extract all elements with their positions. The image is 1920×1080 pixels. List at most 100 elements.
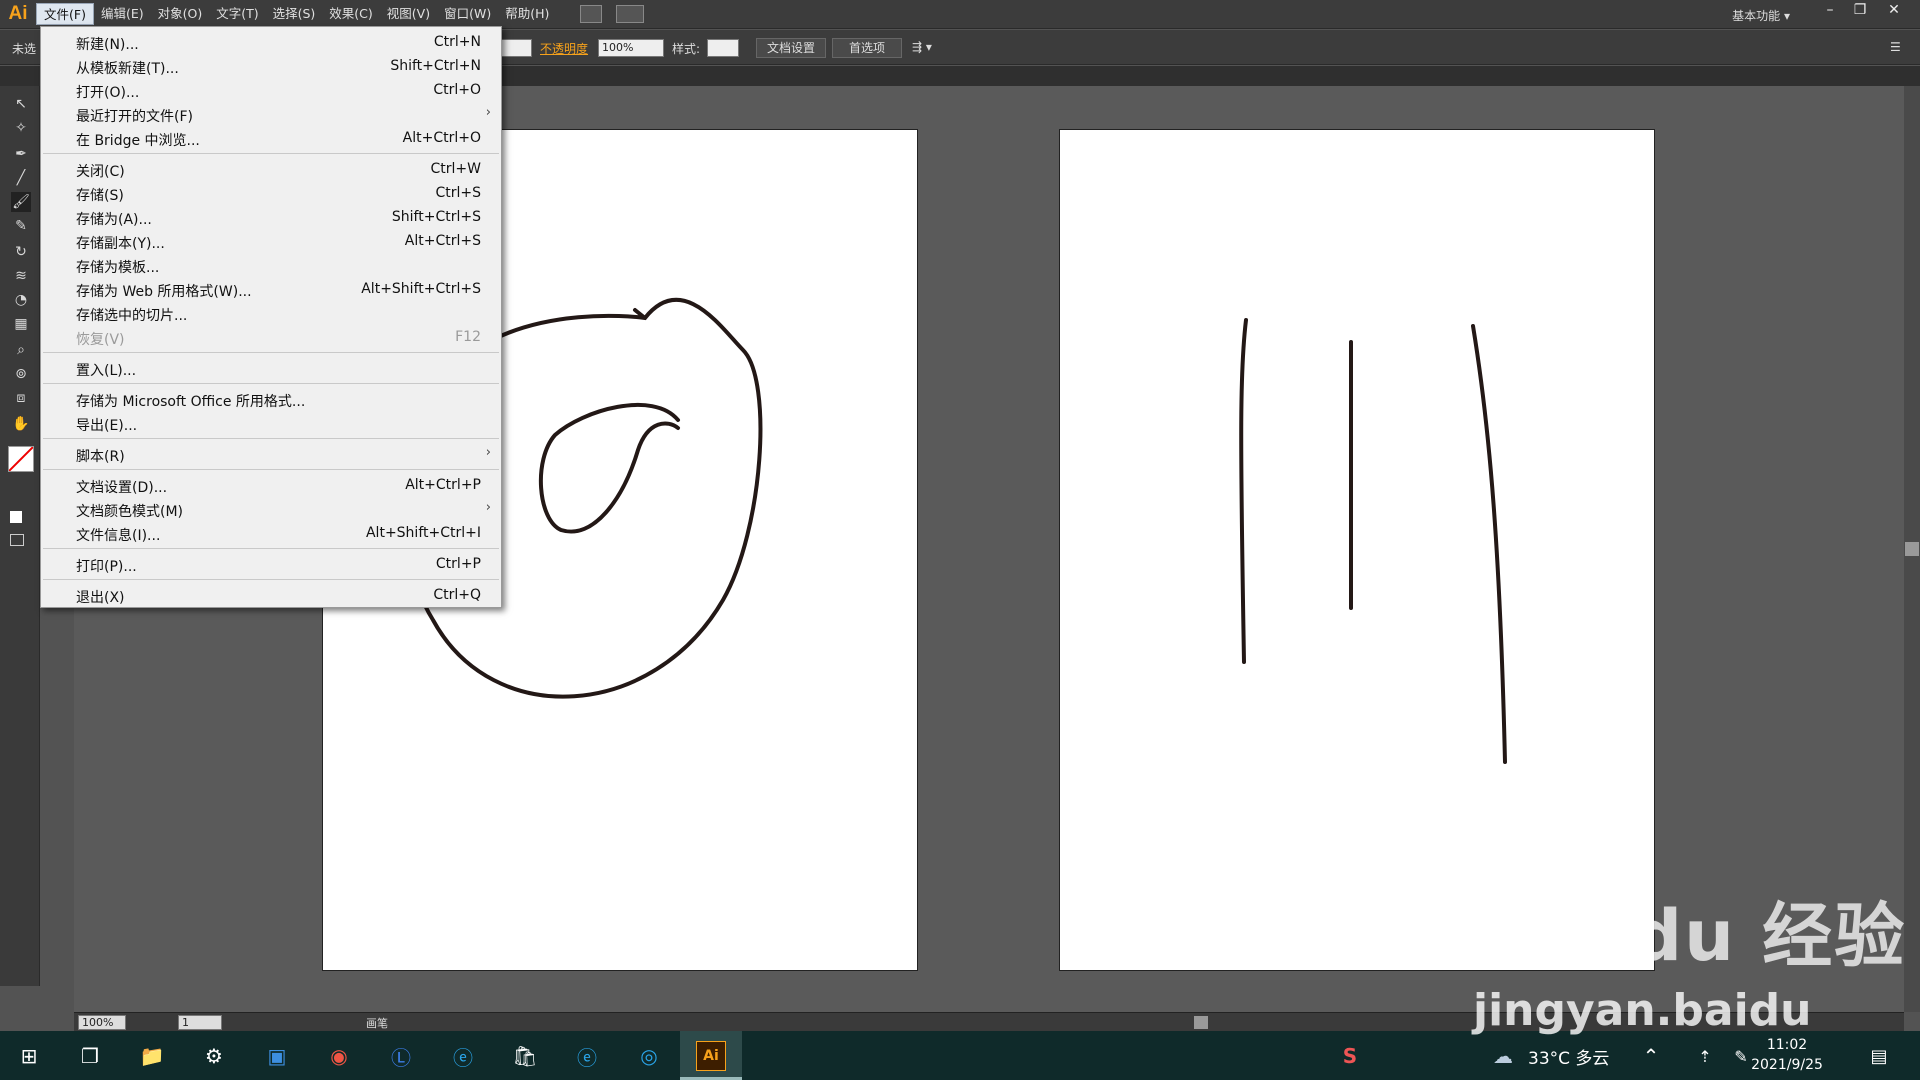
menu-view[interactable]: 视图(V) — [380, 3, 437, 25]
document-setup-button[interactable]: 文档设置 — [756, 38, 826, 58]
fill-swatch[interactable] — [8, 446, 34, 472]
menu-item-label: 从模板新建(T)... — [76, 61, 179, 77]
tray-expand-icon[interactable]: ⌃ — [1636, 1041, 1666, 1071]
file-menu-item[interactable]: 关闭(C) Ctrl+W — [41, 157, 501, 181]
paintbrush-tool-icon[interactable]: 🖌 — [11, 192, 31, 212]
network-icon[interactable]: ⇡ — [1690, 1041, 1720, 1071]
file-menu-item[interactable]: 存储(S) Ctrl+S — [41, 181, 501, 205]
file-menu-item[interactable]: 文档设置(D)... Alt+Ctrl+P — [41, 473, 501, 497]
notification-icon[interactable]: ▤ — [1864, 1041, 1894, 1071]
menu-separator — [43, 579, 499, 580]
mesh-tool-icon[interactable]: ▦ — [11, 314, 31, 334]
file-menu-item[interactable]: 最近打开的文件(F) › — [41, 102, 501, 126]
weather-text[interactable]: 33°C 多云 — [1528, 1044, 1609, 1069]
menu-file[interactable]: 文件(F) — [36, 3, 94, 25]
hand-tool-icon[interactable]: ✋ — [11, 414, 31, 434]
task-view-icon[interactable]: ❐ — [75, 1041, 105, 1071]
file-menu-item[interactable]: 存储选中的切片... — [41, 301, 501, 325]
artboard-nav-field[interactable]: 1 — [178, 1015, 222, 1030]
menu-window[interactable]: 窗口(W) — [437, 3, 498, 25]
store-icon[interactable]: 🛍 — [510, 1041, 540, 1071]
file-menu-item[interactable]: 存储为 Web 所用格式(W)... Alt+Shift+Ctrl+S — [41, 277, 501, 301]
file-menu-item[interactable]: 脚本(R) › — [41, 442, 501, 466]
pencil-tool-icon[interactable]: ✎ — [11, 216, 31, 236]
symbol-sprayer-icon[interactable]: ⊚ — [11, 364, 31, 384]
menu-item-shortcut: Alt+Shift+Ctrl+I — [365, 525, 481, 541]
arrange-icon[interactable]: ⇶ ▾ — [912, 40, 932, 54]
illustrator-icon[interactable]: Ai — [696, 1041, 726, 1071]
opacity-label[interactable]: 不透明度 — [540, 40, 588, 57]
weather-icon[interactable]: ☁ — [1488, 1041, 1518, 1071]
opacity-input[interactable]: 100% — [598, 39, 664, 57]
panel-menu-icon[interactable]: ☰ — [1890, 40, 1901, 54]
qq-browser-icon[interactable]: ◎ — [634, 1041, 664, 1071]
shape-builder-icon[interactable]: ◔ — [11, 290, 31, 310]
eyedropper-icon[interactable]: ⌕ — [11, 340, 31, 360]
menu-item-label: 在 Bridge 中浏览... — [76, 133, 200, 149]
file-menu-item[interactable]: 存储副本(Y)... Alt+Ctrl+S — [41, 229, 501, 253]
normal-draw-mode-icon[interactable] — [10, 511, 22, 523]
windows-start-icon[interactable]: ⊞ — [14, 1041, 44, 1071]
magic-wand-icon[interactable]: ✧ — [11, 118, 31, 138]
menu-item-label: 存储为模板... — [76, 260, 160, 276]
clock[interactable]: 11:02 2021/9/25 — [1742, 1035, 1832, 1075]
warp-tool-icon[interactable]: ≋ — [11, 266, 31, 286]
line-tool-icon[interactable]: ╱ — [11, 168, 31, 188]
file-menu-item[interactable]: 导出(E)... — [41, 411, 501, 435]
file-menu-item[interactable]: 存储为模板... — [41, 253, 501, 277]
menu-effect[interactable]: 效果(C) — [322, 3, 379, 25]
file-menu-item[interactable]: 退出(X) Ctrl+Q — [41, 583, 501, 607]
file-menu-item[interactable]: 在 Bridge 中浏览... Alt+Ctrl+O — [41, 126, 501, 150]
submenu-arrow-icon: › — [485, 500, 491, 515]
arrange-docs-icon[interactable] — [616, 5, 645, 23]
file-menu-item[interactable]: 置入(L)... — [41, 356, 501, 380]
file-menu-item[interactable]: 打开(O)... Ctrl+O — [41, 78, 501, 102]
artboard-tool-icon[interactable]: ⧈ — [11, 388, 31, 408]
menu-type[interactable]: 文字(T) — [209, 3, 265, 25]
minimize-button[interactable]: – — [1816, 1, 1844, 19]
app-logo: Ai — [8, 3, 28, 24]
file-menu-item[interactable]: 存储为 Microsoft Office 所用格式... — [41, 387, 501, 411]
photos-icon[interactable]: ▣ — [262, 1041, 292, 1071]
bridge-icon[interactable] — [580, 5, 603, 23]
screen-mode-icon[interactable] — [10, 534, 24, 546]
menu-item-label: 打开(O)... — [76, 85, 140, 101]
rotate-tool-icon[interactable]: ↻ — [11, 242, 31, 262]
menu-help[interactable]: 帮助(H) — [498, 3, 556, 25]
file-explorer-icon[interactable]: 📁 — [137, 1041, 167, 1071]
menu-separator — [43, 548, 499, 549]
menu-edit[interactable]: 编辑(E) — [94, 3, 151, 25]
horizontal-scroll-thumb[interactable] — [1194, 1016, 1208, 1029]
settings-icon[interactable]: ⚙ — [199, 1041, 229, 1071]
workspace-switcher[interactable]: 基本功能 ▾ — [1732, 7, 1790, 24]
file-menu-item[interactable]: 从模板新建(T)... Shift+Ctrl+N — [41, 54, 501, 78]
menu-separator — [43, 352, 499, 353]
style-swatch[interactable] — [707, 39, 739, 57]
l-app-icon[interactable]: Ⓛ — [386, 1041, 416, 1071]
pen-tool-icon[interactable]: ✒ — [11, 144, 31, 164]
menu-item-label: 文件信息(I)... — [76, 528, 161, 544]
file-menu-item[interactable]: 新建(N)... Ctrl+N — [41, 30, 501, 54]
zoom-field[interactable]: 100% — [78, 1015, 126, 1030]
menu-object[interactable]: 对象(O) — [151, 3, 210, 25]
artboard-2[interactable] — [1059, 129, 1655, 971]
vertical-scroll-thumb[interactable] — [1905, 542, 1919, 556]
ie-icon[interactable]: ⓔ — [448, 1041, 478, 1071]
menu-item-shortcut: Ctrl+Q — [433, 587, 481, 603]
close-button[interactable]: ✕ — [1880, 1, 1908, 19]
file-menu-item[interactable]: 文件信息(I)... Alt+Shift+Ctrl+I — [41, 521, 501, 545]
menu-item-label: 恢复(V) — [76, 332, 125, 348]
selection-status: 未选 — [12, 42, 37, 56]
tools-panel: ↖ ✧ ✒ ╱ 🖌 ✎ ↻ ≋ ◔ ▦ ⌕ ⊚ ⧈ ✋ — [0, 86, 40, 986]
browser-icon[interactable]: ⓔ — [572, 1041, 602, 1071]
chrome-icon[interactable]: ◉ — [324, 1041, 354, 1071]
brush-dropdown[interactable] — [500, 39, 532, 57]
restore-button[interactable]: ❐ — [1846, 1, 1874, 19]
file-menu-item[interactable]: 存储为(A)... Shift+Ctrl+S — [41, 205, 501, 229]
file-menu-item[interactable]: 打印(P)... Ctrl+P — [41, 552, 501, 576]
preferences-button[interactable]: 首选项 — [832, 38, 902, 58]
selection-tool-icon[interactable]: ↖ — [11, 94, 31, 114]
file-menu-item[interactable]: 文档颜色模式(M) › — [41, 497, 501, 521]
sogou-ime-icon[interactable]: S — [1335, 1041, 1365, 1071]
menu-select[interactable]: 选择(S) — [266, 3, 323, 25]
